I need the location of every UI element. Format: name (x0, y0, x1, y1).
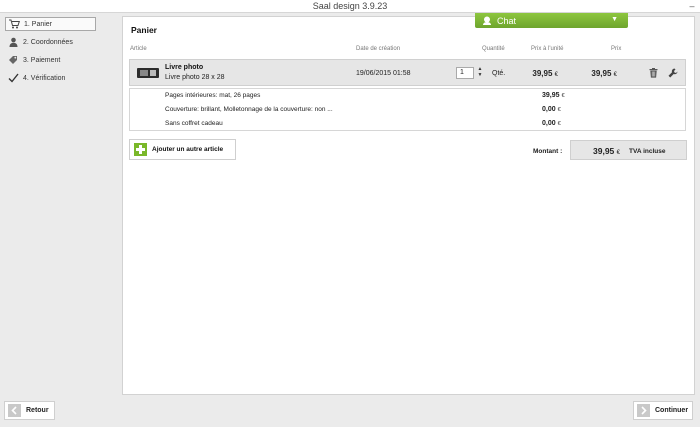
header-article: Article (130, 46, 147, 52)
arrow-right-icon (637, 404, 650, 417)
window-title: Saal design 3.9.23 (312, 1, 388, 11)
header-date: Date de création (356, 46, 401, 52)
cart-icon (9, 19, 20, 29)
total-value: 39,95 € (593, 146, 620, 156)
step-panier[interactable]: 1. Panier (5, 17, 96, 31)
tag-icon (9, 56, 17, 64)
step-sidebar: 1. Panier 2. Coordonnées 3. Paiement 4. … (0, 13, 120, 393)
checkmark-icon (8, 73, 19, 83)
step-label: 2. Coordonnées (23, 38, 73, 46)
chat-button[interactable]: Chat ▼ (475, 13, 628, 28)
back-label: Retour (26, 407, 49, 414)
step-label: 4. Vérification (23, 74, 66, 82)
continue-button[interactable]: Continuer (633, 401, 693, 420)
total-label: Montant : (533, 148, 563, 155)
item-name: Livre photo (165, 64, 204, 71)
photo-book-thumbnail (137, 68, 159, 78)
cart-item-row: Livre photo Livre photo 28 x 28 19/06/20… (129, 59, 686, 86)
item-details: Pages intérieures: mat, 26 pages 39,95 €… (129, 88, 686, 131)
detail-label: Couverture: brillant, Molletonnage de la… (165, 106, 333, 113)
continue-label: Continuer (655, 407, 689, 414)
header-price: Prix (611, 46, 622, 52)
title-bar: Saal design 3.9.23 – (0, 0, 700, 13)
step-paiement[interactable]: 3. Paiement (5, 53, 96, 67)
quantity-input[interactable]: 1 (456, 67, 474, 79)
total-box: 39,95 € TVA incluse (570, 140, 687, 160)
add-article-label: Ajouter un autre article (152, 146, 224, 153)
item-price: 39,95 € (591, 69, 617, 78)
header-quantity: Quantité (482, 46, 505, 52)
person-icon (9, 37, 18, 47)
detail-price: 0,00 € (542, 120, 561, 127)
detail-label: Sans coffret cadeau (165, 120, 223, 127)
step-verification[interactable]: 4. Vérification (5, 71, 96, 85)
cart-panel: Panier Chat ▼ Article Date de création Q… (122, 13, 695, 395)
chat-bubble-icon (483, 16, 491, 25)
add-article-button[interactable]: Ajouter un autre article (129, 139, 236, 160)
detail-price: 0,00 € (542, 106, 561, 113)
tva-label: TVA incluse (629, 148, 666, 155)
quantity-stepper[interactable]: ▲ ▼ (476, 66, 484, 79)
chevron-down-icon: ▼ (611, 16, 618, 23)
chat-label: Chat (497, 15, 517, 26)
back-button[interactable]: Retour (4, 401, 55, 420)
detail-label: Pages intérieures: mat, 26 pages (165, 92, 261, 99)
step-label: 3. Paiement (23, 56, 61, 64)
minimize-button[interactable]: – (688, 0, 696, 13)
page-title: Panier (131, 25, 157, 35)
plus-icon (134, 143, 147, 156)
header-unit-price: Prix à l'unité (531, 46, 564, 52)
arrow-left-icon (8, 404, 21, 417)
quantity-unit: Qté. (492, 70, 506, 77)
item-unit-price: 39,95 € (532, 69, 558, 78)
wrench-icon[interactable] (668, 68, 678, 78)
trash-icon[interactable] (649, 68, 658, 78)
detail-price: 39,95 € (542, 92, 565, 99)
step-label: 1. Panier (24, 20, 53, 28)
item-subtitle: Livre photo 28 x 28 (165, 74, 225, 81)
step-coordonnees[interactable]: 2. Coordonnées (5, 35, 96, 49)
item-date: 19/06/2015 01:58 (356, 70, 411, 77)
